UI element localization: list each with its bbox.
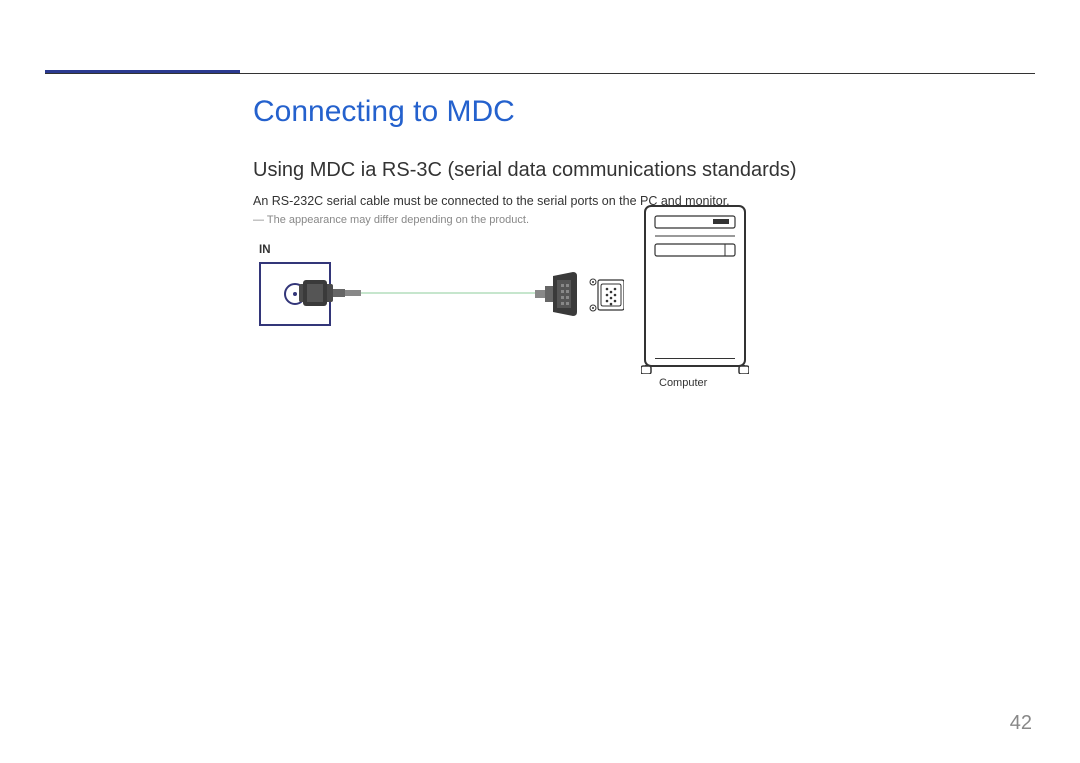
computer-tower-icon [641, 202, 749, 374]
cable-line [359, 292, 541, 294]
port-label: ​IN [259, 244, 271, 256]
section-subtitle: Using MDC ia RS-​3C ​(serial data commun… [253, 159, 1035, 182]
serial-port-pc-icon [588, 278, 624, 312]
page-number: 42 [1010, 712, 1032, 735]
cable-connector-left-icon [299, 278, 361, 308]
computer-label: Computer [659, 377, 707, 389]
page-title: Connecting to MDC [253, 95, 1035, 129]
content-area: Connecting to MDC Using MDC ia RS-​3C ​(… [253, 95, 1035, 404]
cable-connector-right-icon [535, 270, 577, 318]
header-divider [45, 73, 1035, 74]
connection-diagram: ​IN [253, 244, 853, 404]
